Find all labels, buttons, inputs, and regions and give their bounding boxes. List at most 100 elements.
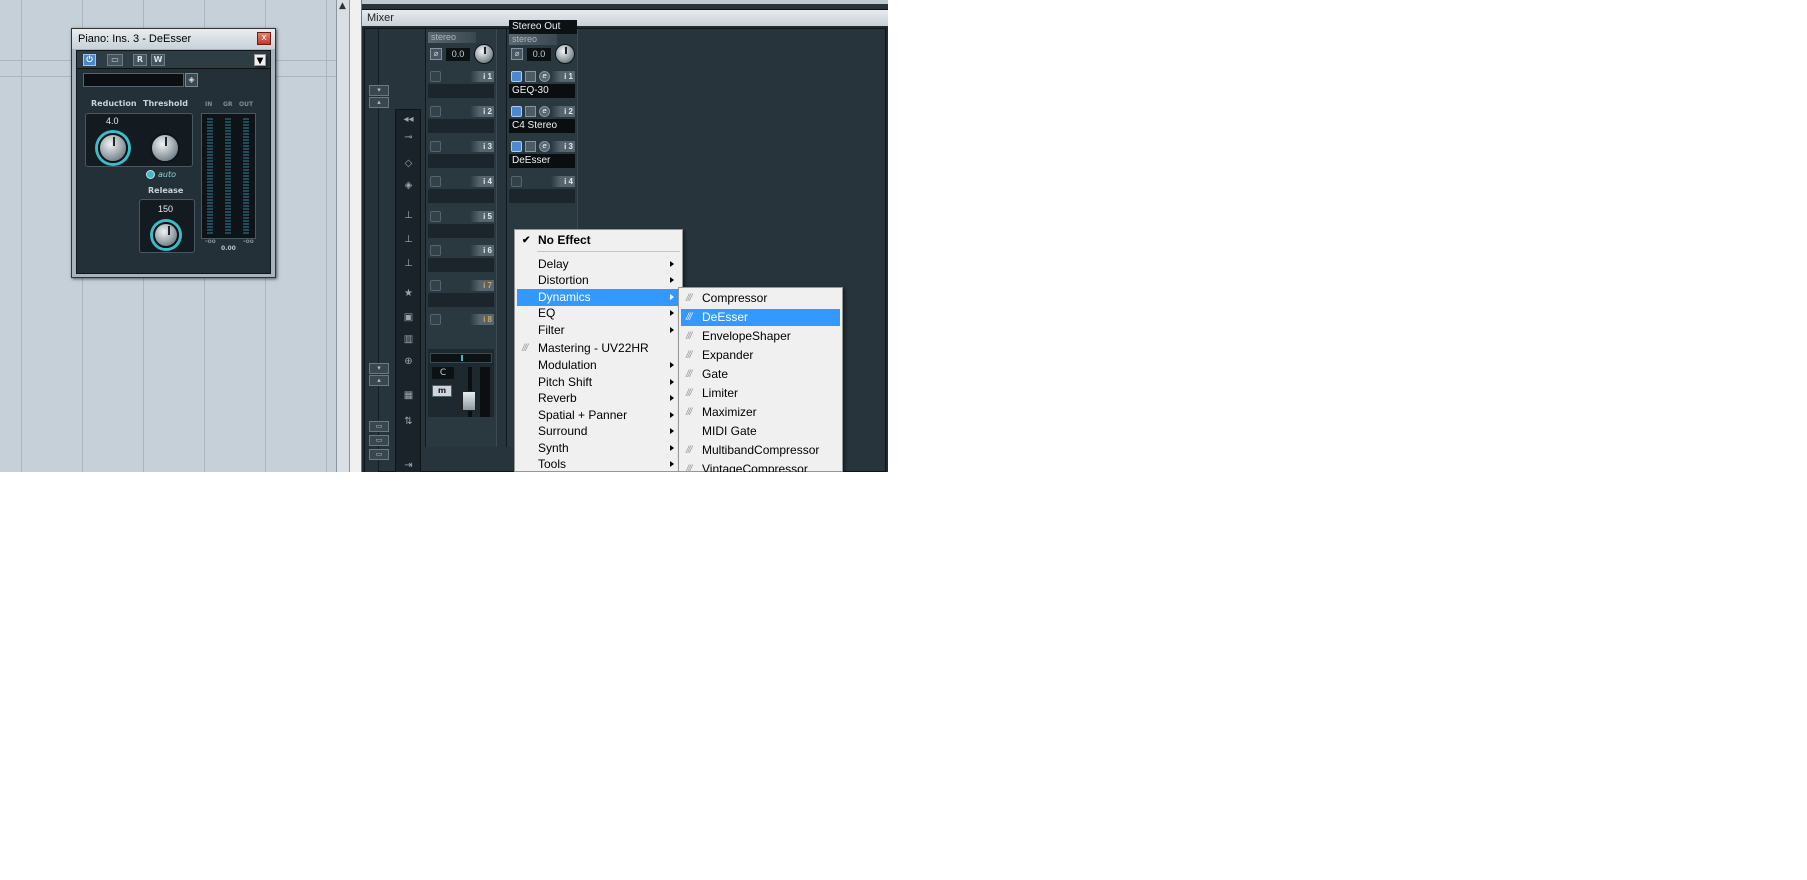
menu-item-mastering[interactable]: ///Mastering - UV22HR (517, 340, 680, 357)
menu-item-distortion[interactable]: Distortion (517, 272, 680, 289)
insert-slot-3-field[interactable] (428, 154, 494, 168)
meter-icon[interactable]: ▥ (401, 334, 416, 346)
menu-item-spatial-panner[interactable]: Spatial + Panner (517, 407, 680, 424)
slot-bypass-icon[interactable] (525, 106, 536, 117)
input-gain-value[interactable]: 0.0 (446, 48, 470, 61)
slot-edit-icon[interactable]: e (539, 141, 550, 152)
insert-slot-1-name[interactable]: GEQ-30 (509, 84, 575, 98)
insert-slot-8[interactable]: i 8 (428, 314, 496, 326)
insert-slot-5-field[interactable] (428, 224, 494, 238)
auto-threshold-toggle[interactable]: auto (146, 170, 180, 180)
insert-slot-4-field[interactable] (428, 189, 494, 203)
phase-button[interactable]: ⌀ (511, 48, 523, 60)
menu-item-surround[interactable]: Surround (517, 423, 680, 440)
plugin-menu-button[interactable]: ▾ (254, 54, 266, 66)
preset-browser-icon[interactable]: ◈ (185, 73, 198, 87)
show-sends-icon[interactable]: ▭ (369, 435, 389, 446)
expand-arrow-icon-2[interactable]: ▴ (369, 375, 389, 386)
input-gain-value[interactable]: 0.0 (527, 48, 551, 61)
menu-item-tools[interactable]: Tools (517, 456, 680, 472)
collapse-arrow-icon[interactable]: ▾ (369, 85, 389, 96)
phase-button[interactable]: ⌀ (430, 48, 442, 60)
reduction-value[interactable]: 4.0 (106, 116, 119, 126)
submenu-item-multibandcompressor[interactable]: ///MultibandCompressor (681, 442, 840, 459)
volume-fader[interactable] (462, 391, 476, 411)
slot-power-icon[interactable] (430, 211, 441, 222)
slot-power-icon[interactable] (430, 71, 441, 82)
insert-slot-2[interactable]: ei 2 (509, 106, 577, 118)
release-knob[interactable] (153, 222, 179, 248)
layout-icon[interactable]: ▦ (401, 390, 416, 402)
insert-slot-7-field[interactable] (428, 293, 494, 307)
slot-power-icon[interactable] (430, 245, 441, 256)
slot-power-icon[interactable] (430, 106, 441, 117)
mute-button[interactable]: m (432, 385, 452, 397)
plugin-window-title[interactable]: Piano: Ins. 3 - DeEsser (72, 29, 275, 49)
plugin-power-button[interactable]: ⏻ (83, 54, 96, 66)
slot-power-icon[interactable] (511, 71, 522, 82)
submenu-item-vintagecompressor[interactable]: ///VintageCompressor (681, 461, 840, 472)
insert-slot-4[interactable]: i 4 (509, 176, 577, 188)
channel-view-icon[interactable]: ◂◂ (401, 114, 416, 126)
read-automation-button[interactable]: R (133, 54, 147, 66)
insert-slot-2[interactable]: i 2 (428, 106, 496, 118)
submenu-item-limiter[interactable]: ///Limiter (681, 385, 840, 402)
slot-edit-icon[interactable]: e (539, 71, 550, 82)
scroll-up-icon[interactable]: ▲ (339, 2, 348, 11)
release-value[interactable]: 150 (158, 204, 173, 214)
slot-power-icon[interactable] (430, 280, 441, 291)
insert-slot-2-name[interactable]: C4 Stereo (509, 119, 575, 133)
slot-power-icon[interactable] (430, 314, 441, 325)
menu-item-delay[interactable]: Delay (517, 256, 680, 273)
submenu-item-midi-gate[interactable]: MIDI Gate (681, 423, 840, 440)
submenu-item-gate[interactable]: ///Gate (681, 366, 840, 383)
expand-arrow-icon[interactable]: ▴ (369, 97, 389, 108)
menu-item-eq[interactable]: EQ (517, 305, 680, 322)
link-icon[interactable]: ⊕ (401, 356, 416, 368)
slot-power-icon[interactable] (511, 176, 522, 187)
insert-slot-4[interactable]: i 4 (428, 176, 496, 188)
slot-power-icon[interactable] (511, 141, 522, 152)
menu-item-dynamics[interactable]: Dynamics (517, 289, 680, 306)
slot-bypass-icon[interactable] (525, 141, 536, 152)
menu-item-synth[interactable]: Synth (517, 440, 680, 457)
insert-slot-7[interactable]: i 7 (428, 280, 496, 292)
sort-icon[interactable]: ⇅ (401, 416, 416, 428)
input-gain-knob[interactable] (555, 44, 575, 64)
menu-item-filter[interactable]: Filter (517, 322, 680, 339)
channel-name[interactable]: Stereo Out (509, 20, 577, 34)
star-icon[interactable]: ★ (401, 288, 416, 300)
window-icon[interactable]: ▣ (401, 312, 416, 324)
preset-name-field[interactable] (83, 73, 184, 87)
insert-slot-1[interactable]: i 1 (428, 71, 496, 83)
project-vertical-scrollbar[interactable]: ▲ (336, 0, 350, 472)
submenu-item-deesser[interactable]: ///DeEsser (681, 309, 840, 326)
deesser-plugin-window[interactable]: Piano: Ins. 3 - DeEsser x ⏻ ▭ R W ▾ ◈ Re… (71, 28, 276, 278)
submenu-item-envelopeshaper[interactable]: ///EnvelopeShaper (681, 328, 840, 345)
reduction-knob[interactable] (98, 133, 128, 163)
close-icon[interactable]: x (257, 32, 271, 45)
slot-power-icon[interactable] (430, 176, 441, 187)
show-inputs-icon[interactable]: ▭ (369, 421, 389, 432)
show-lanes-icon[interactable]: ▭ (369, 449, 389, 460)
insert-slot-5[interactable]: i 5 (428, 211, 496, 223)
pan-control[interactable] (430, 353, 492, 363)
insert-slot-4-field[interactable] (509, 189, 575, 203)
routing-view-icon[interactable]: ◈ (401, 180, 416, 192)
submenu-item-compressor[interactable]: ///Compressor (681, 290, 840, 307)
menu-item-modulation[interactable]: Modulation (517, 357, 680, 374)
menu-item-pitch-shift[interactable]: Pitch Shift (517, 374, 680, 391)
insert-slot-1-field[interactable] (428, 84, 494, 98)
mixer-window-title[interactable]: Mixer (362, 10, 888, 26)
insert-slot-2-field[interactable] (428, 119, 494, 133)
slot-edit-icon[interactable]: e (539, 106, 550, 117)
input-gain-knob[interactable] (474, 44, 494, 64)
insert-slot-3[interactable]: ei 3 (509, 141, 577, 153)
insert-view-icon[interactable]: ⊸ (401, 132, 416, 144)
menu-item-reverb[interactable]: Reverb (517, 390, 680, 407)
fader-view-icon-2[interactable]: ⊥ (401, 234, 416, 246)
send-view-icon[interactable]: ◇ (401, 158, 416, 170)
submenu-item-maximizer[interactable]: ///Maximizer (681, 404, 840, 421)
insert-slot-6-field[interactable] (428, 258, 494, 272)
insert-slot-3-name[interactable]: DeEsser (509, 154, 575, 168)
